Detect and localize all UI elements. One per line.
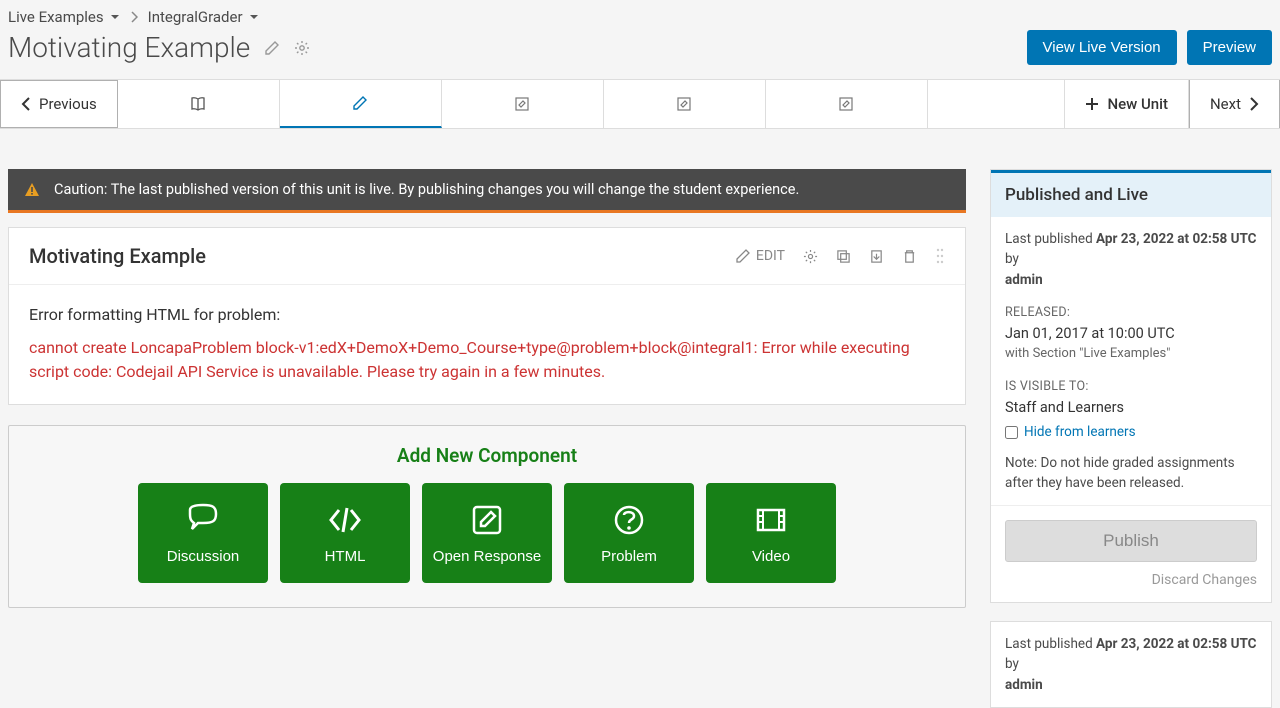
video-icon (753, 502, 789, 538)
previous-label: Previous (39, 95, 97, 113)
error-lead: Error formatting HTML for problem: (29, 305, 945, 324)
unit-nav: Previous New Unit Next (0, 79, 1280, 129)
new-unit-button[interactable]: New Unit (1064, 80, 1189, 128)
warning-icon (24, 182, 40, 198)
unit-tab-2-active[interactable] (280, 80, 442, 128)
compose-icon (469, 502, 505, 538)
unit-card-title: Motivating Example (29, 244, 206, 268)
unit-tab-5[interactable] (766, 80, 928, 128)
component-video[interactable]: Video (706, 483, 836, 583)
publish-panel-title: Published and Live (991, 170, 1271, 217)
component-open-response[interactable]: Open Response (422, 483, 552, 583)
caret-down-icon (110, 12, 120, 22)
last-published-user: admin (1005, 272, 1043, 288)
component-label: HTML (325, 548, 366, 565)
component-discussion[interactable]: Discussion (138, 483, 268, 583)
chevron-right-icon (130, 11, 138, 23)
publish-button[interactable]: Publish (1005, 520, 1257, 562)
edit-title-icon[interactable] (264, 40, 280, 56)
preview-button[interactable]: Preview (1187, 30, 1272, 65)
edit-icon (514, 96, 530, 112)
released-with: with Section "Live Examples" (1005, 344, 1257, 364)
breadcrumb-item-integralgrader[interactable]: IntegralGrader (148, 8, 259, 26)
last-published-date: Apr 23, 2022 at 02:58 UTC (1096, 636, 1256, 652)
unit-tab-1[interactable] (118, 80, 280, 128)
caution-banner: Caution: The last published version of t… (8, 169, 966, 213)
breadcrumb-item-live-examples[interactable]: Live Examples (8, 8, 120, 26)
secondary-panel: Last published Apr 23, 2022 at 02:58 UTC… (990, 621, 1272, 708)
question-icon (611, 502, 647, 538)
plus-icon (1085, 97, 1099, 111)
add-component-panel: Add New Component Discussion HTML Open R… (8, 425, 966, 608)
unit-card: Motivating Example EDIT (8, 227, 966, 405)
last-published-line: Last published Apr 23, 2022 at 02:58 UTC… (1005, 229, 1257, 290)
view-live-button[interactable]: View Live Version (1027, 30, 1177, 65)
breadcrumb-label: IntegralGrader (148, 8, 243, 26)
edit-button[interactable]: EDIT (736, 248, 785, 264)
breadcrumb: Live Examples IntegralGrader (0, 0, 1280, 26)
caution-text: Caution: The last published version of t… (54, 181, 799, 198)
component-html[interactable]: HTML (280, 483, 410, 583)
publish-panel: Published and Live Last published Apr 23… (990, 169, 1272, 603)
last-published-line-2: Last published Apr 23, 2022 at 02:58 UTC… (1005, 634, 1257, 695)
component-label: Discussion (167, 548, 240, 565)
book-icon (190, 96, 206, 112)
component-label: Problem (601, 548, 657, 565)
breadcrumb-label: Live Examples (8, 8, 104, 26)
code-icon (327, 502, 363, 538)
last-published-date: Apr 23, 2022 at 02:58 UTC (1096, 231, 1256, 247)
edit-icon (352, 95, 368, 111)
add-component-title: Add New Component (29, 444, 945, 467)
released-label: RELEASED: (1005, 304, 1257, 323)
new-unit-label: New Unit (1107, 95, 1168, 113)
discard-changes-link[interactable]: Discard Changes (1005, 572, 1257, 588)
by-text: by (1005, 251, 1019, 267)
chevron-right-icon (1249, 97, 1259, 111)
component-problem[interactable]: Problem (564, 483, 694, 583)
visible-label: IS VISIBLE TO: (1005, 378, 1257, 397)
edit-label: EDIT (756, 248, 785, 264)
drag-handle-icon[interactable] (935, 247, 945, 265)
component-label: Open Response (433, 548, 541, 565)
unit-tab-4[interactable] (604, 80, 766, 128)
edit-icon (676, 96, 692, 112)
copy-icon[interactable] (836, 249, 851, 264)
released-date: Jan 01, 2017 at 10:00 UTC (1005, 323, 1257, 345)
last-published-prefix: Last published (1005, 231, 1096, 247)
discussion-icon (185, 502, 221, 538)
last-published-prefix: Last published (1005, 636, 1096, 652)
component-label: Video (752, 548, 790, 565)
caret-down-icon (249, 12, 259, 22)
page-title: Motivating Example (8, 31, 250, 64)
next-button[interactable]: Next (1189, 80, 1280, 128)
move-icon[interactable] (869, 249, 884, 264)
trash-icon[interactable] (902, 249, 917, 264)
unit-tab-3[interactable] (442, 80, 604, 128)
last-published-user: admin (1005, 677, 1043, 693)
hide-note: Note: Do not hide graded assignments aft… (1005, 453, 1257, 494)
pencil-icon (736, 249, 750, 263)
by-text: by (1005, 656, 1019, 672)
error-message: cannot create LoncapaProblem block-v1:ed… (29, 336, 945, 384)
gear-icon[interactable] (294, 40, 310, 56)
hide-from-learners-checkbox[interactable] (1005, 426, 1018, 439)
hide-from-learners-link[interactable]: Hide from learners (1024, 422, 1136, 442)
visible-value: Staff and Learners (1005, 397, 1257, 419)
next-label: Next (1210, 95, 1241, 113)
edit-icon (838, 96, 854, 112)
settings-icon[interactable] (803, 249, 818, 264)
previous-button[interactable]: Previous (0, 80, 118, 128)
chevron-left-icon (21, 97, 31, 111)
